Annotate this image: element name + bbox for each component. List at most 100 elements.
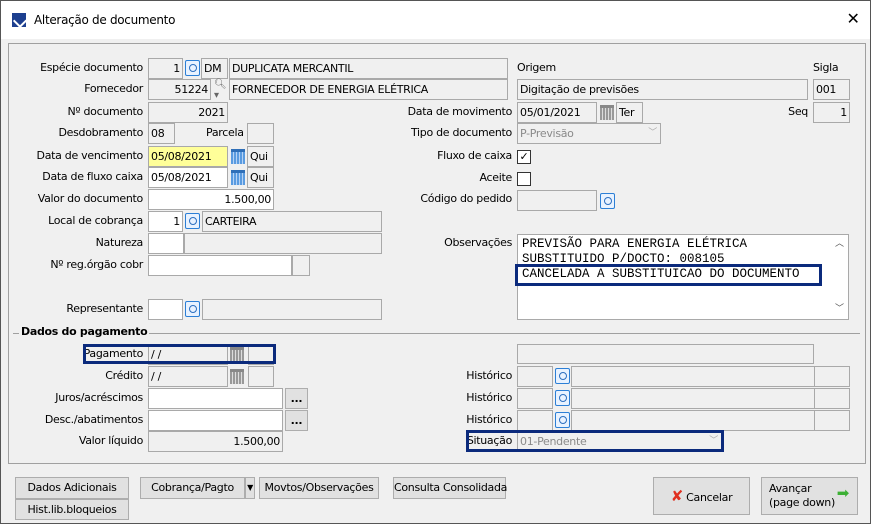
credito-extra <box>248 366 274 387</box>
natureza-desc <box>184 233 382 254</box>
juros-input[interactable] <box>148 388 283 409</box>
obs-line: PREVISÃO PARA ENERGIA ELÉTRICA <box>522 237 748 251</box>
valor-input[interactable]: 1.500,00 <box>148 189 274 210</box>
search-icon[interactable] <box>555 368 570 384</box>
cancelar-button[interactable]: ✘ Cancelar <box>653 477 750 515</box>
movimento-label: Data de movimento <box>407 105 513 118</box>
natureza-input[interactable] <box>148 233 184 254</box>
fornecedor-code-input[interactable]: 51224 <box>148 79 211 100</box>
liquido-value: 1.500,00 <box>148 431 283 452</box>
fluxo-checkbox[interactable]: ✓ <box>517 150 531 164</box>
juros-label: Juros/acréscimos <box>55 391 143 404</box>
pedido-input[interactable] <box>517 190 597 211</box>
credito-label: Crédito <box>105 369 143 382</box>
desc-more-button[interactable]: ... <box>285 410 308 431</box>
calendar-icon[interactable] <box>231 149 245 164</box>
representante-input[interactable] <box>148 299 183 320</box>
vencimento-label: Data de vencimento <box>36 149 144 162</box>
scroll-down-icon[interactable]: ﹀ <box>835 302 844 317</box>
seq-value: 1 <box>813 102 850 123</box>
aceite-label: Aceite <box>479 171 513 184</box>
historico-desc <box>571 388 815 409</box>
origem-value: Digitação de previsões <box>517 79 808 100</box>
search-icon[interactable] <box>600 193 615 209</box>
fluxo-data-label: Data de fluxo caixa <box>42 170 143 183</box>
historico-desc <box>571 410 815 431</box>
local-code-input[interactable]: 1 <box>148 211 183 232</box>
calendar-icon[interactable] <box>231 170 245 185</box>
highlight-box <box>515 264 822 286</box>
desdobramento-input[interactable]: 08 <box>148 123 175 144</box>
especie-label: Espécie documento <box>40 61 143 74</box>
sigla-label: Sigla <box>813 61 839 74</box>
desdobramento-label: Desdobramento <box>58 126 143 139</box>
chevron-down-icon: ﹀ <box>648 128 657 138</box>
fornecedor-label: Fornecedor <box>84 82 143 95</box>
vencimento-day: Qui <box>247 146 274 167</box>
dados-adicionais-button[interactable]: Dados Adicionais <box>15 477 129 499</box>
credito-input[interactable]: / / <box>148 366 228 387</box>
representante-desc <box>202 299 382 320</box>
tipo-select[interactable]: P-Previsão ﹀ <box>517 123 661 144</box>
search-dropdown-icon[interactable]: 🔍︎ ▾ <box>214 79 227 101</box>
historico-code[interactable] <box>517 410 553 431</box>
natureza-label: Natureza <box>95 236 144 249</box>
nreg-input[interactable] <box>148 255 292 276</box>
search-icon[interactable] <box>185 60 200 76</box>
local-desc: CARTEIRA <box>202 211 382 232</box>
especie-code-input[interactable]: 1 <box>148 58 183 79</box>
juros-more-button[interactable]: ... <box>285 388 308 409</box>
movimento-input: 05/01/2021 <box>517 102 597 123</box>
sigla-value: 001 <box>813 79 850 100</box>
ndoc-input[interactable]: 2021 <box>148 102 228 123</box>
historico-label: Histórico <box>466 413 512 426</box>
obs-label: Observações <box>444 236 512 249</box>
especie-sigla: DM <box>201 58 228 79</box>
cobranca-pagto-button[interactable]: Cobrança/Pagto <box>140 477 245 499</box>
desc-input[interactable] <box>148 410 283 431</box>
arrow-right-icon: ➡ <box>836 484 850 502</box>
seq-label: Seq <box>788 105 808 118</box>
historico-label: Histórico <box>466 391 512 404</box>
window-title: Alteração de documento <box>34 13 176 27</box>
nreg-extra <box>292 255 310 276</box>
fluxo-data-input[interactable]: 05/08/2021 <box>148 167 228 188</box>
origem-label: Origem <box>517 61 556 74</box>
fluxo-data-day: Qui <box>247 167 274 188</box>
historico-desc <box>571 366 815 387</box>
fluxo-label: Fluxo de caixa <box>437 149 512 162</box>
scroll-up-icon[interactable]: ︿ <box>835 237 844 252</box>
valor-label: Valor do documento <box>37 192 144 205</box>
historico-extra <box>814 388 850 409</box>
pedido-label: Código do pedido <box>420 192 512 205</box>
section-title: Dados do pagamento <box>19 325 150 338</box>
avancar-button[interactable]: Avançar (page down) ➡ <box>761 477 858 515</box>
movimento-day: Ter <box>616 102 643 123</box>
pagamento-info <box>517 344 814 364</box>
parcela-input[interactable] <box>247 123 274 144</box>
search-icon[interactable] <box>555 390 570 406</box>
parcela-label: Parcela <box>206 126 244 139</box>
historico-code[interactable] <box>517 388 553 409</box>
consulta-consolidada-button[interactable]: Consulta Consolidada <box>393 477 507 499</box>
calendar-icon[interactable] <box>230 369 244 384</box>
historico-extra <box>814 410 850 431</box>
vencimento-input[interactable]: 05/08/2021 <box>148 146 228 167</box>
cobranca-dropdown-icon[interactable]: ▼ <box>245 477 255 499</box>
highlight-box <box>466 430 724 452</box>
historico-label: Histórico <box>466 369 512 382</box>
liquido-label: Valor líquido <box>78 434 143 447</box>
close-button[interactable]: ✕ <box>841 9 865 28</box>
aceite-checkbox[interactable] <box>517 172 531 186</box>
search-icon[interactable] <box>555 412 570 428</box>
highlight-box <box>83 344 276 364</box>
local-label: Local de cobrança <box>48 214 143 227</box>
search-icon[interactable] <box>185 301 200 317</box>
historico-extra <box>814 366 850 387</box>
dialog-window: Alteração de documento ✕ Espécie documen… <box>0 0 871 524</box>
tipo-value: P-Previsão <box>520 127 574 140</box>
historico-code[interactable] <box>517 366 553 387</box>
search-icon[interactable] <box>185 213 200 229</box>
hist-lib-bloqueios-button[interactable]: Hist.lib.bloqueios <box>15 499 129 520</box>
movtos-observacoes-button[interactable]: Movtos/Observações <box>259 477 379 499</box>
